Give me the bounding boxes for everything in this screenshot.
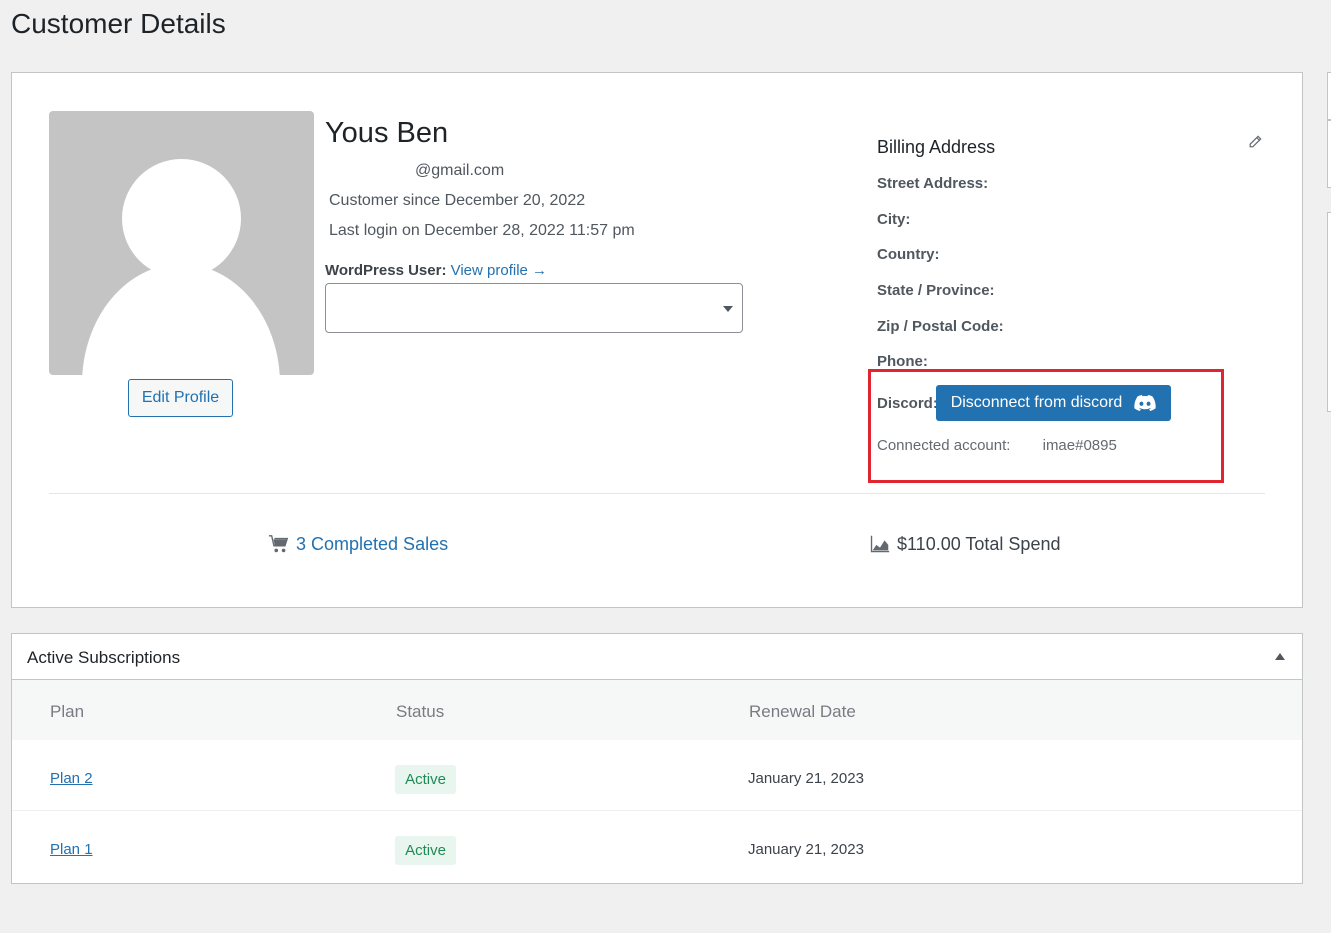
- page-title: Customer Details: [11, 8, 226, 39]
- cart-icon: [268, 535, 289, 553]
- discord-icon: [1134, 395, 1156, 411]
- billing-address-title: Billing Address: [877, 137, 996, 157]
- billing-country: Country:: [877, 246, 940, 263]
- customer-email: @gmail.com: [415, 162, 505, 179]
- completed-sales-link[interactable]: 3 Completed Sales: [268, 533, 448, 555]
- billing-state: State / Province:: [877, 282, 995, 299]
- billing-city: City:: [877, 211, 911, 228]
- disconnect-discord-label: Disconnect from discord: [950, 394, 1123, 411]
- last-login: Last login on December 28, 2022 11:57 pm: [329, 222, 635, 239]
- column-plan: Plan: [50, 702, 85, 721]
- avatar-head: [122, 159, 241, 278]
- collapse-arrow-icon[interactable]: [1275, 653, 1285, 660]
- total-spend-label: $110.00 Total Spend: [897, 533, 1061, 554]
- table-row: Plan 1 Active January 21, 2023: [12, 811, 1302, 882]
- view-profile-link[interactable]: View profile →: [451, 262, 547, 279]
- disconnect-discord-button[interactable]: Disconnect from discord: [936, 385, 1171, 421]
- discord-label: Discord:: [877, 395, 938, 412]
- divider: [49, 493, 1265, 494]
- plan-link[interactable]: Plan 1: [50, 841, 93, 858]
- status-badge: Active: [395, 765, 456, 794]
- side-panel-edge: [1327, 72, 1331, 120]
- avatar-body: [82, 264, 280, 375]
- edit-pencil-icon[interactable]: [1248, 135, 1264, 151]
- wordpress-user-select[interactable]: [325, 283, 743, 333]
- chart-area-icon: [870, 535, 890, 553]
- total-spend: $110.00 Total Spend: [869, 533, 1060, 555]
- column-status: Status: [396, 702, 445, 721]
- customer-name: Yous Ben: [325, 117, 449, 149]
- connected-account-label: Connected account:: [877, 437, 1011, 454]
- customer-card: Edit Profile Yous Ben @gmail.com Custome…: [11, 72, 1303, 608]
- edit-profile-button[interactable]: Edit Profile: [128, 379, 233, 417]
- status-badge: Active: [395, 836, 456, 865]
- active-subscriptions-panel: Active Subscriptions Plan Status Renewal…: [11, 633, 1303, 884]
- side-panel-edge: [1327, 212, 1331, 412]
- chevron-down-icon: [723, 306, 733, 312]
- subscriptions-title: Active Subscriptions: [27, 648, 181, 667]
- table-row: Plan 2 Active January 21, 2023: [12, 740, 1302, 811]
- column-renewal-date: Renewal Date: [749, 702, 856, 721]
- customer-since: Customer since December 20, 2022: [329, 192, 586, 209]
- avatar: [49, 111, 314, 375]
- side-panel-edge: [1327, 120, 1331, 188]
- billing-zip: Zip / Postal Code:: [877, 318, 1004, 335]
- connected-account: Connected account: imae#0895: [877, 437, 1117, 454]
- billing-street: Street Address:: [877, 175, 989, 192]
- connected-account-value: imae#0895: [1042, 437, 1117, 454]
- subscriptions-header: Active Subscriptions: [12, 634, 1302, 680]
- billing-phone: Phone:: [877, 353, 928, 370]
- renewal-date: January 21, 2023: [748, 841, 864, 858]
- wordpress-user: WordPress User: View profile →: [325, 262, 547, 279]
- completed-sales-label: 3 Completed Sales: [296, 533, 449, 554]
- wordpress-user-label: WordPress User:: [325, 262, 447, 279]
- table-header: Plan Status Renewal Date: [12, 680, 1302, 740]
- plan-link[interactable]: Plan 2: [50, 770, 93, 787]
- renewal-date: January 21, 2023: [748, 770, 864, 787]
